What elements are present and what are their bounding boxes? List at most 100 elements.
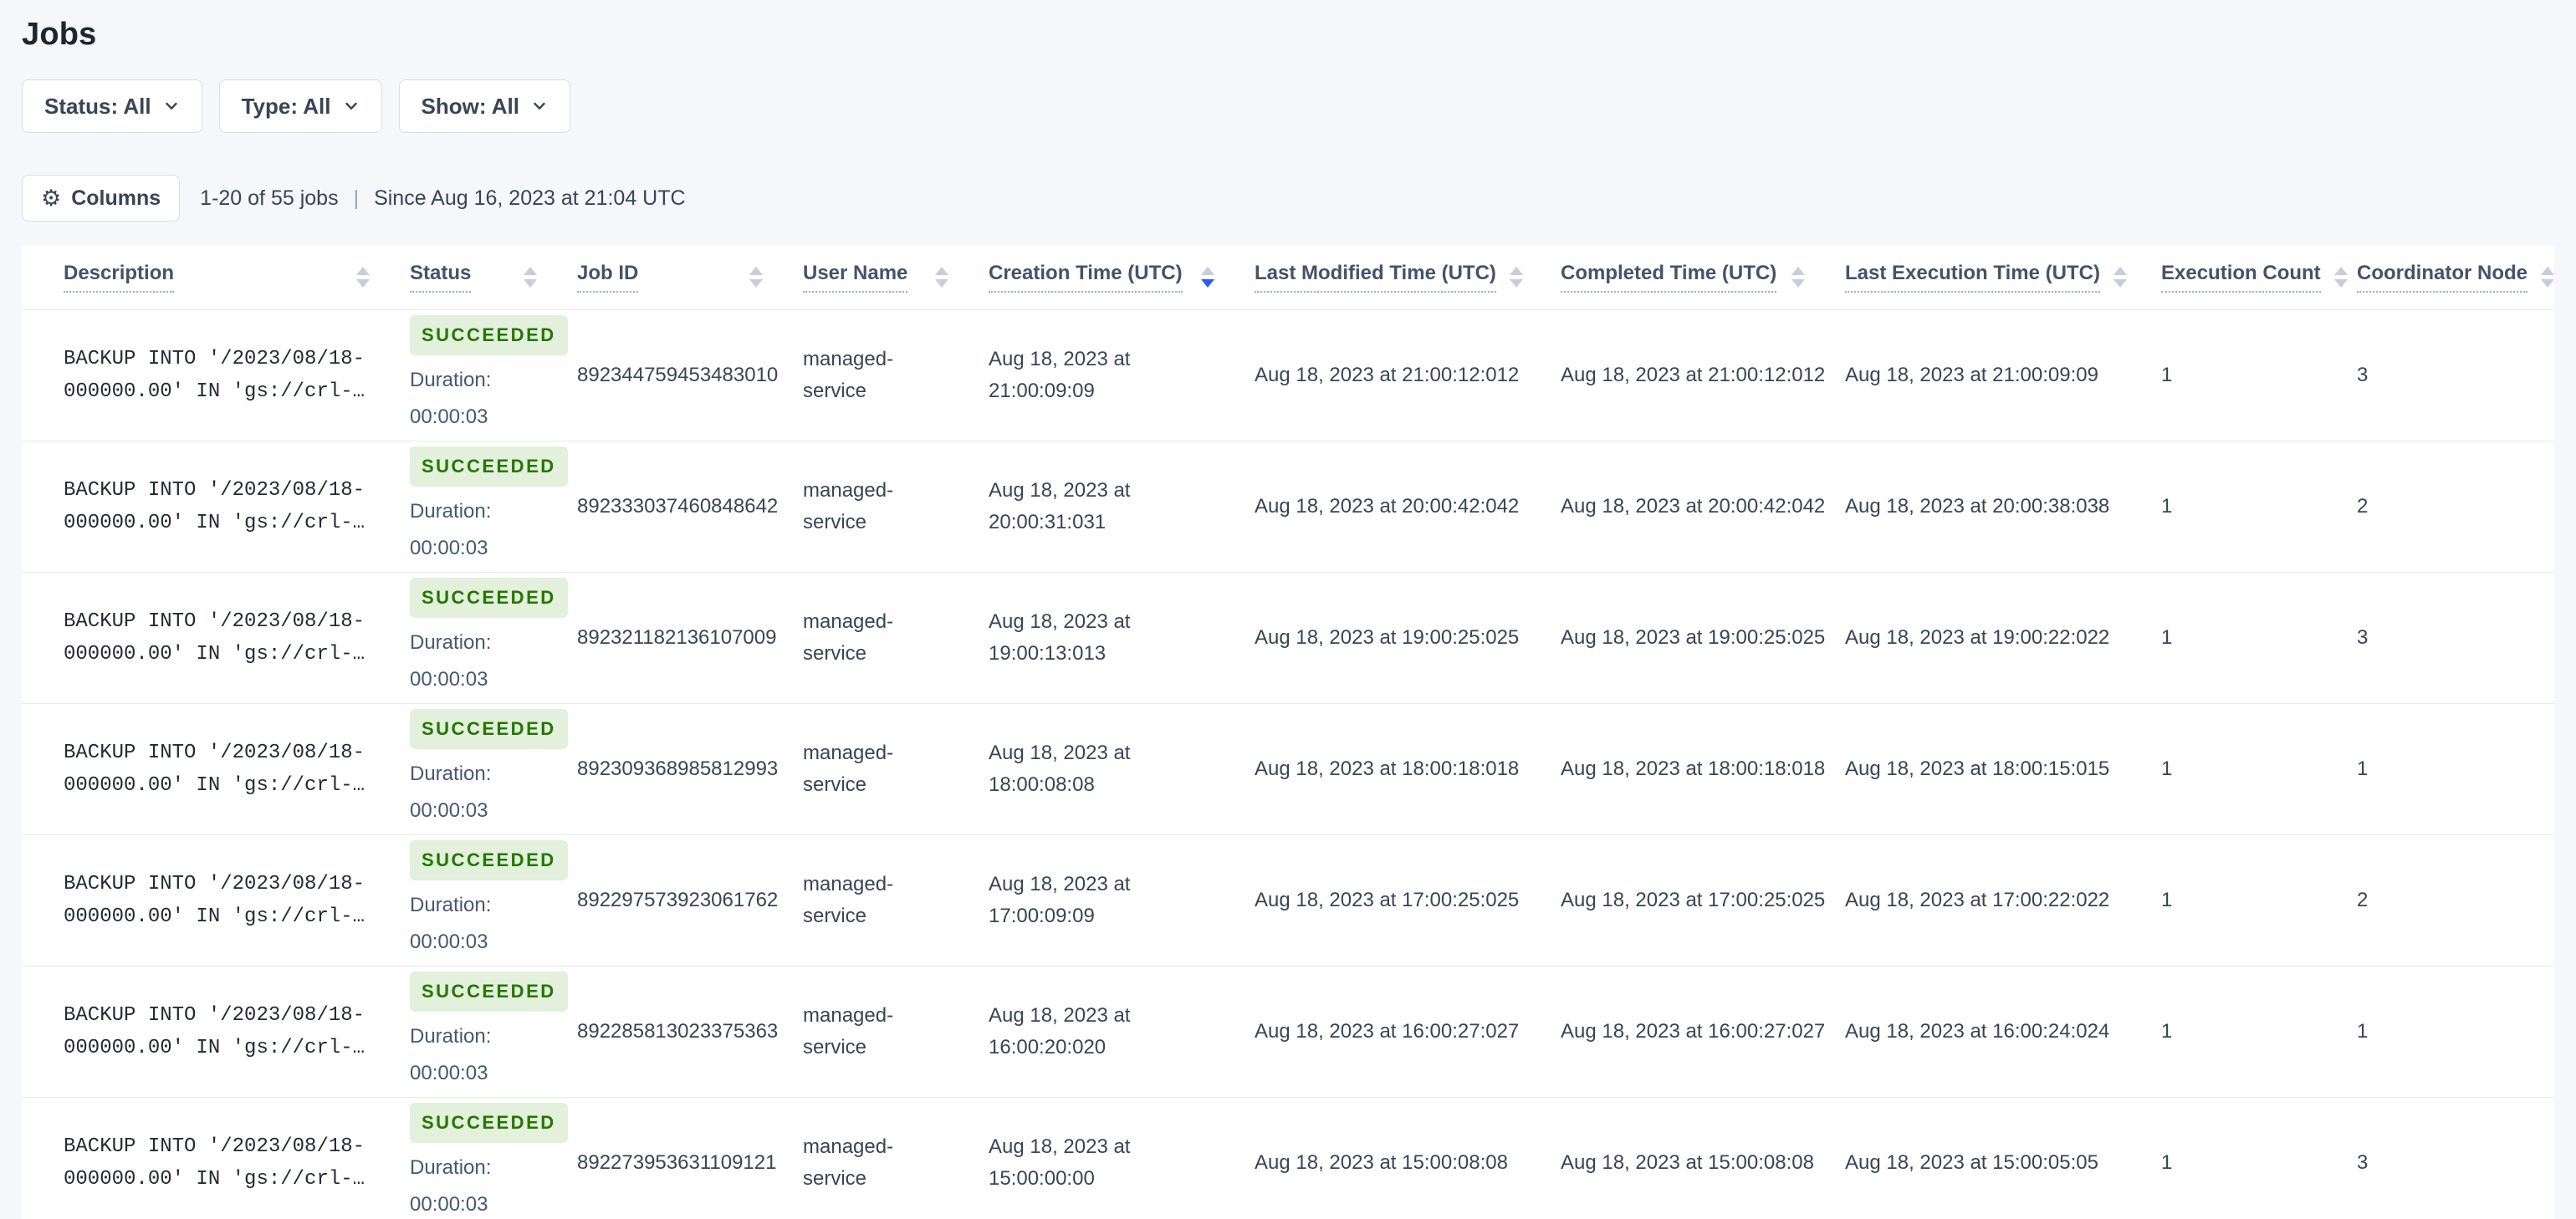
duration-label: Duration: [410, 369, 492, 391]
status-badge: SUCCEEDED [410, 840, 568, 880]
status-badge: SUCCEEDED [410, 972, 568, 1012]
completed-time-cell: Aug 18, 2023 at 16:00:27:027 [1561, 1020, 1826, 1043]
user-name-cell-value: managed-service [803, 610, 894, 665]
job-id-cell: 892273953631109121 [577, 1151, 777, 1174]
sort-desc-icon [2113, 279, 2127, 288]
user-name-cell: managed-service [803, 344, 989, 407]
last-execution-time-cell: Aug 18, 2023 at 16:00:24:024 [1845, 1020, 2110, 1043]
execution-count-cell: 1 [2161, 757, 2173, 780]
filter-bar: Status: All Type: All Show: All [22, 79, 2554, 133]
last-modified-time-cell: Aug 18, 2023 at 18:00:18:018 [1255, 757, 1520, 780]
sort-arrows-icon [1201, 267, 1214, 288]
column-label-creation-time: Creation Time (UTC) [989, 262, 1183, 293]
table-row[interactable]: BACKUP INTO '/2023/08/18- 000000.00' IN '… [22, 441, 2554, 573]
sort-asc-icon [1201, 267, 1214, 275]
job-description-cell: BACKUP INTO '/2023/08/18- 000000.00' IN '… [22, 1130, 410, 1196]
creation-time-cell-value: Aug 18, 2023 at 15:00:00:00 [989, 1135, 1131, 1190]
job-status-cell: SUCCEEDED Duration: 00:00:03 [410, 840, 577, 961]
status-badge: SUCCEEDED [410, 1103, 568, 1143]
execution-count-cell: 1 [2161, 1020, 2173, 1043]
completed-time-cell: Aug 18, 2023 at 21:00:12:012 [1561, 364, 1826, 386]
column-label-description: Description [64, 262, 175, 293]
status-badge: SUCCEEDED [410, 578, 568, 618]
filter-button-type[interactable]: Type: All [218, 79, 382, 133]
job-description-line: 000000.00' IN 'gs://crl-… [64, 774, 365, 797]
column-header-status[interactable]: Status [410, 262, 577, 293]
table-row[interactable]: BACKUP INTO '/2023/08/18- 000000.00' IN '… [22, 310, 2554, 441]
job-description-cell: BACKUP INTO '/2023/08/18- 000000.00' IN '… [22, 999, 410, 1064]
user-name-cell-value: managed-service [803, 348, 894, 402]
last-execution-time-cell: Aug 18, 2023 at 15:00:05:05 [1845, 1151, 2098, 1174]
filter-button-status[interactable]: Status: All [22, 79, 202, 133]
completed-time-cell: Aug 18, 2023 at 20:00:42:042 [1561, 495, 1826, 518]
execution-count-cell: 1 [2161, 1151, 2173, 1174]
column-header-job-id[interactable]: Job ID [577, 262, 803, 293]
status-badge: SUCCEEDED [410, 446, 568, 487]
job-description-line: 000000.00' IN 'gs://crl-… [64, 905, 365, 928]
column-header-description[interactable]: Description [22, 262, 410, 293]
duration-value: 00:00:03 [410, 799, 488, 822]
sort-asc-icon [2333, 267, 2348, 275]
sort-desc-icon [749, 279, 763, 288]
creation-time-cell: Aug 18, 2023 at 15:00:00:00 [989, 1131, 1255, 1195]
jobs-page: Jobs Status: All Type: All Show: All ⚙ Col… [0, 0, 2576, 1219]
duration-label: Duration: [410, 500, 492, 523]
sort-asc-icon [1509, 267, 1523, 275]
job-id-cell: 892333037460848642 [577, 495, 779, 518]
sort-arrows-icon [2541, 267, 2554, 288]
job-id-cell: 892285813023375363 [577, 1020, 779, 1043]
duration-label: Duration: [410, 1025, 492, 1048]
job-description-line: 000000.00' IN 'gs://crl-… [64, 380, 365, 403]
job-id-cell: 892321182136107009 [577, 626, 777, 649]
job-description-line: BACKUP INTO '/2023/08/18- [64, 610, 365, 633]
user-name-cell: managed-service [803, 1131, 989, 1195]
column-header-completed-time[interactable]: Completed Time (UTC) [1561, 262, 1845, 293]
filter-label-status: Status: All [44, 93, 151, 119]
table-row[interactable]: BACKUP INTO '/2023/08/18- 000000.00' IN '… [22, 704, 2554, 835]
table-row[interactable]: BACKUP INTO '/2023/08/18- 000000.00' IN '… [22, 835, 2554, 967]
column-label-user-name: User Name [803, 262, 908, 293]
sort-asc-icon [2541, 267, 2554, 275]
last-execution-time-cell: Aug 18, 2023 at 20:00:38:038 [1845, 495, 2110, 518]
sort-asc-icon [2113, 267, 2127, 275]
column-header-execution-count[interactable]: Execution Count [2161, 262, 2357, 293]
user-name-cell-value: managed-service [803, 742, 894, 796]
column-header-user-name[interactable]: User Name [803, 262, 989, 293]
column-header-coordinator-node[interactable]: Coordinator Node [2357, 262, 2554, 293]
completed-time-cell: Aug 18, 2023 at 15:00:08:08 [1561, 1151, 1814, 1174]
creation-time-cell-value: Aug 18, 2023 at 21:00:09:09 [989, 348, 1131, 402]
sort-arrows-icon [524, 267, 537, 288]
sort-asc-icon [524, 267, 537, 275]
user-name-cell: managed-service [803, 1000, 989, 1063]
last-modified-time-cell: Aug 18, 2023 at 19:00:25:025 [1255, 626, 1520, 649]
column-label-last-modified-time: Last Modified Time (UTC) [1255, 262, 1496, 293]
chevron-down-icon [165, 102, 177, 110]
coordinator-node-cell: 3 [2357, 364, 2369, 386]
duration-label: Duration: [410, 894, 492, 916]
column-header-last-modified-time[interactable]: Last Modified Time (UTC) [1255, 262, 1561, 293]
creation-time-cell: Aug 18, 2023 at 20:00:31:031 [989, 475, 1255, 538]
table-row[interactable]: BACKUP INTO '/2023/08/18- 000000.00' IN '… [22, 1098, 2554, 1219]
job-description-cell: BACKUP INTO '/2023/08/18- 000000.00' IN '… [22, 474, 410, 539]
sort-asc-icon [749, 267, 763, 275]
sort-arrows-icon [749, 267, 763, 288]
filter-button-show[interactable]: Show: All [398, 79, 570, 133]
job-description-line: BACKUP INTO '/2023/08/18- [64, 1135, 365, 1158]
coordinator-node-cell: 1 [2357, 1020, 2369, 1043]
columns-button[interactable]: ⚙ Columns [22, 175, 181, 222]
creation-time-cell: Aug 18, 2023 at 17:00:09:09 [989, 869, 1255, 932]
sort-arrows-icon [2113, 267, 2127, 288]
coordinator-node-cell: 2 [2357, 889, 2369, 911]
job-status-cell: SUCCEEDED Duration: 00:00:03 [410, 446, 577, 567]
table-row[interactable]: BACKUP INTO '/2023/08/18- 000000.00' IN '… [22, 573, 2554, 704]
column-label-completed-time: Completed Time (UTC) [1561, 262, 1777, 293]
column-header-creation-time[interactable]: Creation Time (UTC) [989, 262, 1255, 293]
creation-time-cell-value: Aug 18, 2023 at 18:00:08:08 [989, 742, 1131, 796]
gear-icon: ⚙ [41, 185, 62, 212]
table-row[interactable]: BACKUP INTO '/2023/08/18- 000000.00' IN '… [22, 967, 2554, 1098]
job-description-line: BACKUP INTO '/2023/08/18- [64, 742, 365, 764]
duration-value: 00:00:03 [410, 1193, 488, 1216]
job-status-cell: SUCCEEDED Duration: 00:00:03 [410, 709, 577, 829]
page-title: Jobs [22, 17, 97, 52]
column-header-last-execution-time[interactable]: Last Execution Time (UTC) [1845, 262, 2161, 293]
